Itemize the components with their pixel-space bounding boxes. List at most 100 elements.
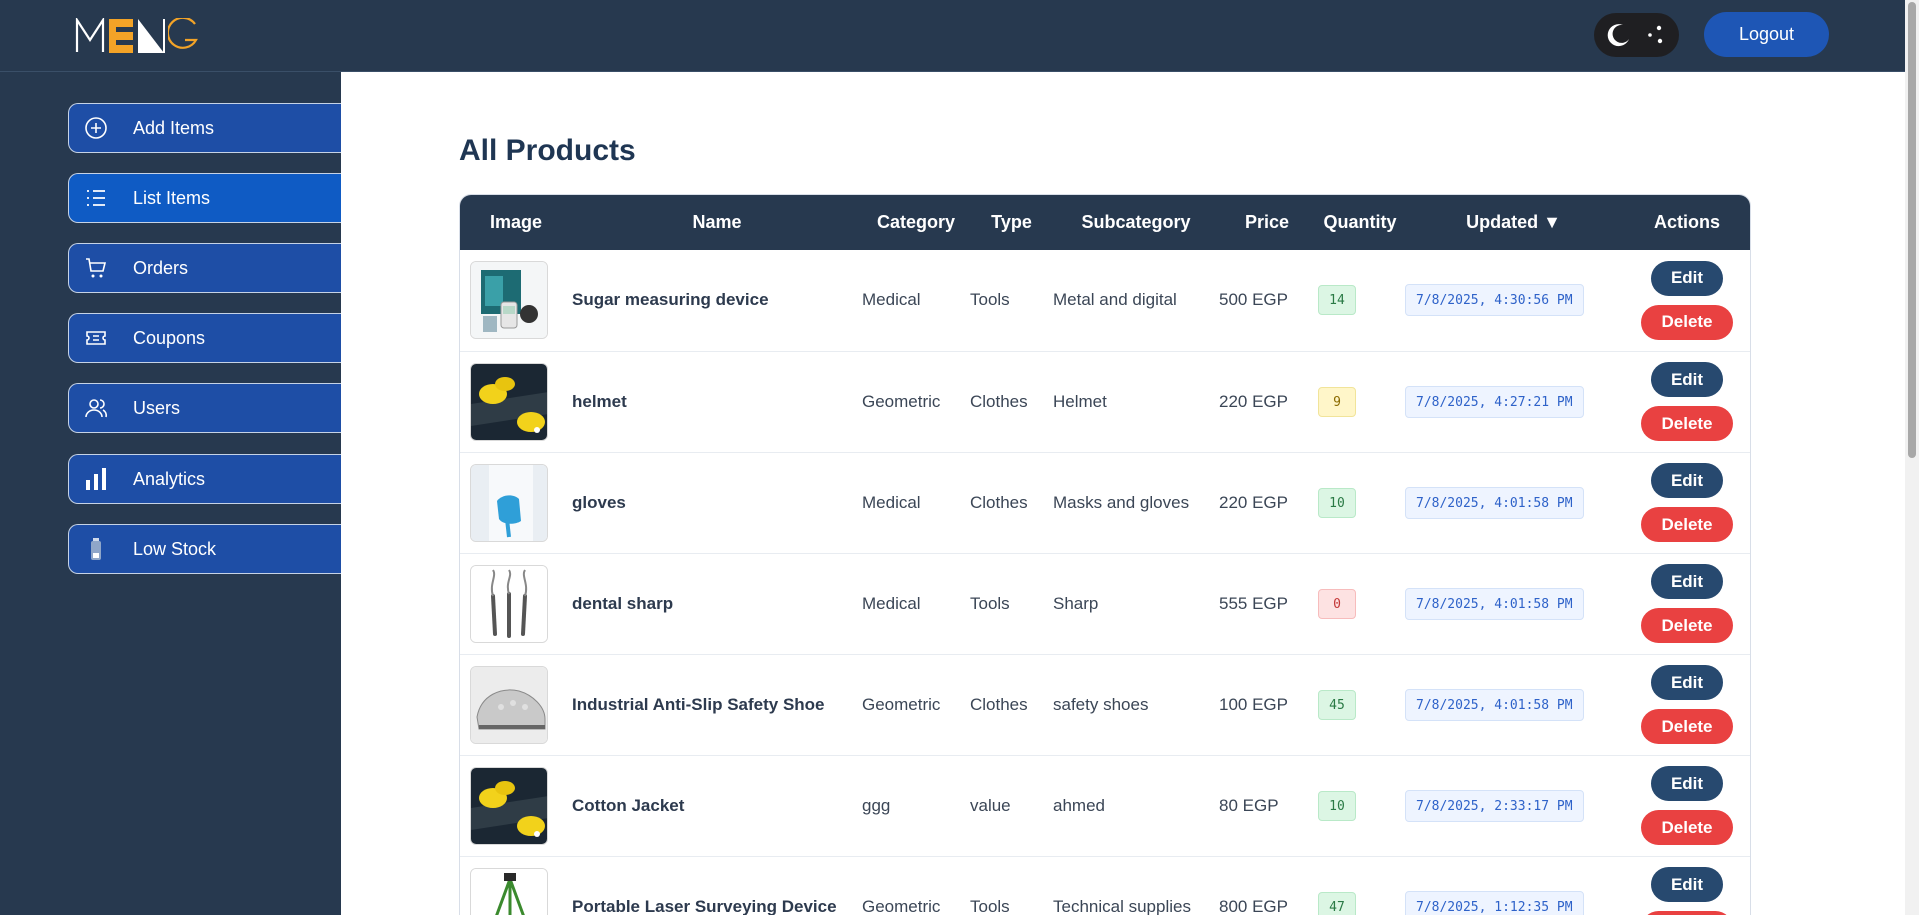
product-type: Clothes — [970, 391, 1028, 411]
product-updated-cell: 7/8/2025, 2:33:17 PM — [1405, 755, 1622, 856]
column-header-price: Price — [1244, 212, 1290, 232]
logo-letter-m — [75, 18, 105, 52]
column-header-image: Image — [489, 212, 543, 232]
product-quantity-cell: 9 — [1315, 351, 1405, 452]
edit-button[interactable]: Edit — [1651, 665, 1723, 700]
quantity-badge: 9 — [1318, 386, 1356, 417]
quantity-badge: 45 — [1318, 689, 1356, 720]
product-subcategory: Technical supplies — [1053, 896, 1191, 915]
theme-toggle[interactable] — [1594, 13, 1679, 57]
page-scrollbar[interactable] — [1905, 0, 1919, 915]
product-price: 220 EGP — [1219, 391, 1288, 411]
product-updated-cell: 7/8/2025, 4:27:21 PM — [1405, 351, 1622, 452]
edit-button[interactable]: Edit — [1651, 564, 1723, 599]
product-thumbnail[interactable] — [470, 766, 548, 845]
product-image-cell — [460, 553, 572, 654]
product-thumbnail[interactable] — [470, 261, 548, 340]
edit-button[interactable]: Edit — [1651, 867, 1723, 902]
table-row: Sugar measuring device Medical Tools Met… — [460, 250, 1750, 351]
delete-button[interactable]: Delete — [1641, 709, 1733, 744]
sidebar: Add Items List Items Orders Coupons User… — [0, 72, 341, 915]
delete-button[interactable]: Delete — [1641, 911, 1733, 915]
sidebar-item-label: Orders — [133, 257, 189, 278]
product-type: value — [970, 795, 1011, 815]
quantity-badge: 10 — [1318, 790, 1356, 821]
product-category: Medical — [862, 593, 921, 613]
product-name: Cotton Jacket — [572, 795, 685, 815]
delete-button[interactable]: Delete — [1641, 406, 1733, 441]
product-thumbnail[interactable] — [470, 867, 548, 915]
sidebar-item-users[interactable]: Users — [68, 383, 341, 433]
sidebar-item-analytics[interactable]: Analytics — [68, 454, 341, 504]
product-category: Geometric — [862, 391, 941, 411]
delete-button[interactable]: Delete — [1641, 304, 1733, 340]
product-subcategory: safety shoes — [1053, 694, 1149, 714]
logout-button[interactable]: Logout — [1704, 12, 1829, 57]
product-image-cell — [460, 755, 572, 856]
logo-letter-e — [109, 19, 133, 53]
product-subcategory: ahmed — [1053, 795, 1105, 815]
edit-button[interactable]: Edit — [1651, 362, 1723, 397]
table-row: dental sharp Medical Tools Sharp 555 EGP… — [460, 553, 1750, 654]
sidebar-item-label: Add Items — [133, 117, 215, 138]
product-actions-cell: Edit Delete — [1622, 654, 1750, 755]
edit-button[interactable]: Edit — [1651, 260, 1723, 296]
product-quantity-cell: 0 — [1315, 553, 1405, 654]
product-thumbnail[interactable] — [470, 564, 548, 643]
table-row: Cotton Jacket ggg value ahmed 80 EGP 10 … — [460, 755, 1750, 856]
product-image-cell — [460, 351, 572, 452]
quantity-badge: 47 — [1318, 891, 1356, 915]
sidebar-item-low-stock[interactable]: Low Stock — [68, 524, 341, 574]
product-type: Tools — [970, 896, 1010, 915]
products-table-wrapper: Image Name Category Type Subcategory Pri… — [459, 194, 1751, 915]
updated-timestamp: 7/8/2025, 4:27:21 PM — [1405, 385, 1584, 418]
sidebar-item-label: List Items — [133, 187, 211, 208]
delete-button[interactable]: Delete — [1641, 507, 1733, 542]
sidebar-item-orders[interactable]: Orders — [68, 243, 341, 293]
product-price: 500 EGP — [1219, 290, 1288, 310]
sidebar-item-coupons[interactable]: Coupons — [68, 313, 341, 363]
table-header-row: Image Name Category Type Subcategory Pri… — [460, 195, 1750, 250]
table-row: Portable Laser Surveying Device Geometri… — [460, 856, 1750, 915]
product-thumbnail[interactable] — [470, 362, 548, 441]
product-price: 220 EGP — [1219, 492, 1288, 512]
delete-button[interactable]: Delete — [1641, 608, 1733, 643]
column-header-category: Category — [876, 212, 956, 232]
stars-icon — [1647, 25, 1662, 44]
product-actions-cell: Edit Delete — [1622, 250, 1750, 351]
product-quantity-cell: 47 — [1315, 856, 1405, 915]
product-category: Geometric — [862, 694, 941, 714]
page-title: All Products — [459, 134, 636, 167]
ticket-icon — [83, 325, 109, 351]
quantity-badge: 14 — [1318, 285, 1356, 316]
sidebar-item-add-items[interactable]: Add Items — [68, 103, 341, 153]
scrollbar-thumb[interactable] — [1908, 2, 1916, 458]
delete-button[interactable]: Delete — [1641, 810, 1733, 845]
product-price: 800 EGP — [1219, 896, 1288, 915]
product-thumbnail[interactable] — [470, 463, 548, 542]
product-name: dental sharp — [572, 593, 674, 613]
sidebar-item-list-items[interactable]: List Items — [68, 173, 341, 223]
product-updated-cell: 7/8/2025, 4:30:56 PM — [1405, 250, 1622, 351]
plus-circle-icon — [83, 115, 109, 141]
sidebar-item-label: Low Stock — [133, 538, 217, 559]
product-price: 80 EGP — [1219, 795, 1279, 815]
column-header-updated[interactable]: Updated ▼ — [1405, 195, 1622, 250]
product-image-cell — [460, 452, 572, 553]
product-category: Medical — [862, 492, 921, 512]
column-header-type: Type — [991, 212, 1032, 232]
quantity-badge: 0 — [1318, 588, 1356, 619]
product-thumbnail[interactable] — [470, 665, 548, 744]
product-actions-cell: Edit Delete — [1622, 452, 1750, 553]
column-header-quantity: Quantity — [1323, 212, 1397, 232]
product-category: Medical — [862, 290, 921, 310]
product-name: Sugar measuring device — [572, 290, 769, 310]
sidebar-item-label: Users — [133, 397, 181, 418]
table-row: helmet Geometric Clothes Helmet 220 EGP … — [460, 351, 1750, 452]
product-subcategory: Masks and gloves — [1053, 492, 1190, 512]
meng-logo[interactable] — [75, 16, 198, 56]
edit-button[interactable]: Edit — [1651, 463, 1723, 498]
product-updated-cell: 7/8/2025, 4:01:58 PM — [1405, 553, 1622, 654]
product-category: Geometric — [862, 896, 941, 915]
edit-button[interactable]: Edit — [1651, 766, 1723, 801]
